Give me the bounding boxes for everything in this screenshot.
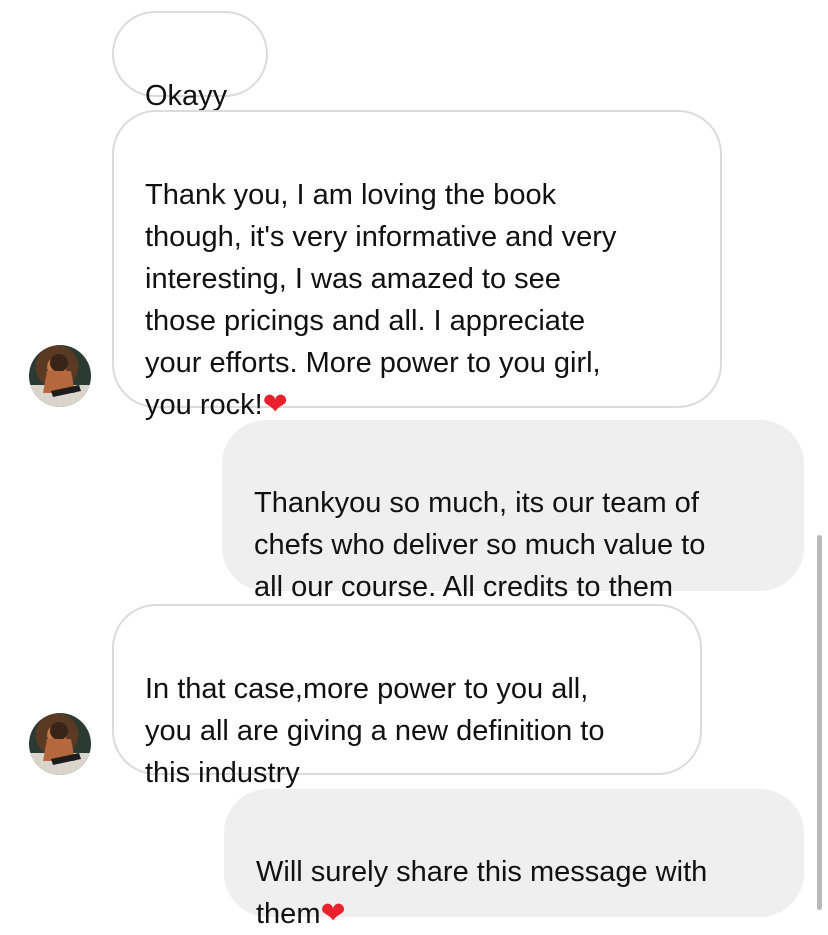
heart-emoji-icon: ❤ [262,387,288,422]
message-bubble-outgoing[interactable]: Thankyou so much, its our team of chefs … [222,420,804,603]
contact-avatar[interactable] [29,345,91,407]
message-text: In that case,more power to you all, you … [145,673,605,789]
message-bubble-incoming[interactable]: In that case,more power to you all, you … [112,604,702,789]
message-bubble-outgoing[interactable]: Will surely share this message with them… [224,789,804,930]
scrollbar[interactable] [817,535,822,910]
contact-avatar[interactable] [29,713,91,775]
message-text: Okayy [145,80,228,112]
person-photo-icon [29,722,91,775]
message-text: Thank you, I am loving the book though, … [145,179,617,421]
message-bubble-incoming[interactable]: Okayy [112,11,268,112]
message-text: Thankyou so much, its our team of chefs … [254,487,706,603]
message-bubble-incoming[interactable]: Thank you, I am loving the book though, … [112,110,722,421]
person-photo-icon [29,354,91,407]
